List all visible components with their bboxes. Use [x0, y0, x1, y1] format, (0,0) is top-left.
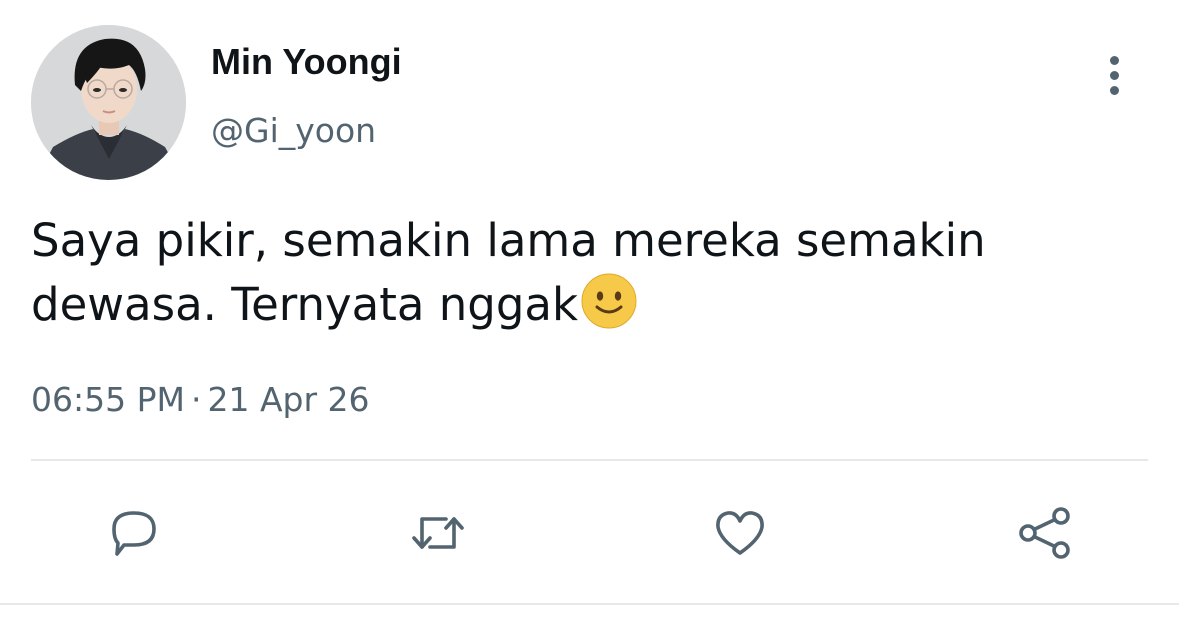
- share-icon[interactable]: [1016, 505, 1072, 561]
- more-vertical-icon[interactable]: [1096, 54, 1134, 98]
- tweet-date: 21 Apr 26: [207, 380, 370, 419]
- heart-icon[interactable]: [712, 505, 768, 561]
- slightly-smiling-face-icon: [581, 273, 637, 329]
- tweet-text: Saya pikir, semakin lama mereka semakin …: [31, 210, 1151, 336]
- tweet-body: Saya pikir, semakin lama mereka semakin …: [31, 214, 986, 331]
- bottom-divider: [0, 603, 1179, 605]
- divider: [31, 459, 1148, 461]
- avatar[interactable]: [31, 25, 186, 180]
- retweet-icon[interactable]: [410, 505, 466, 561]
- comment-icon[interactable]: [106, 505, 162, 561]
- tweet-card: Min Yoongi @Gi_yoon Saya pikir, semakin …: [0, 0, 1179, 624]
- display-name[interactable]: Min Yoongi: [211, 40, 402, 84]
- timestamp-separator: ·: [190, 380, 202, 419]
- tweet-timestamp[interactable]: 06:55 PM · 21 Apr 26: [31, 378, 370, 422]
- tweet-time: 06:55 PM: [31, 380, 185, 419]
- user-handle[interactable]: @Gi_yoon: [211, 110, 376, 152]
- avatar-image: [31, 25, 186, 180]
